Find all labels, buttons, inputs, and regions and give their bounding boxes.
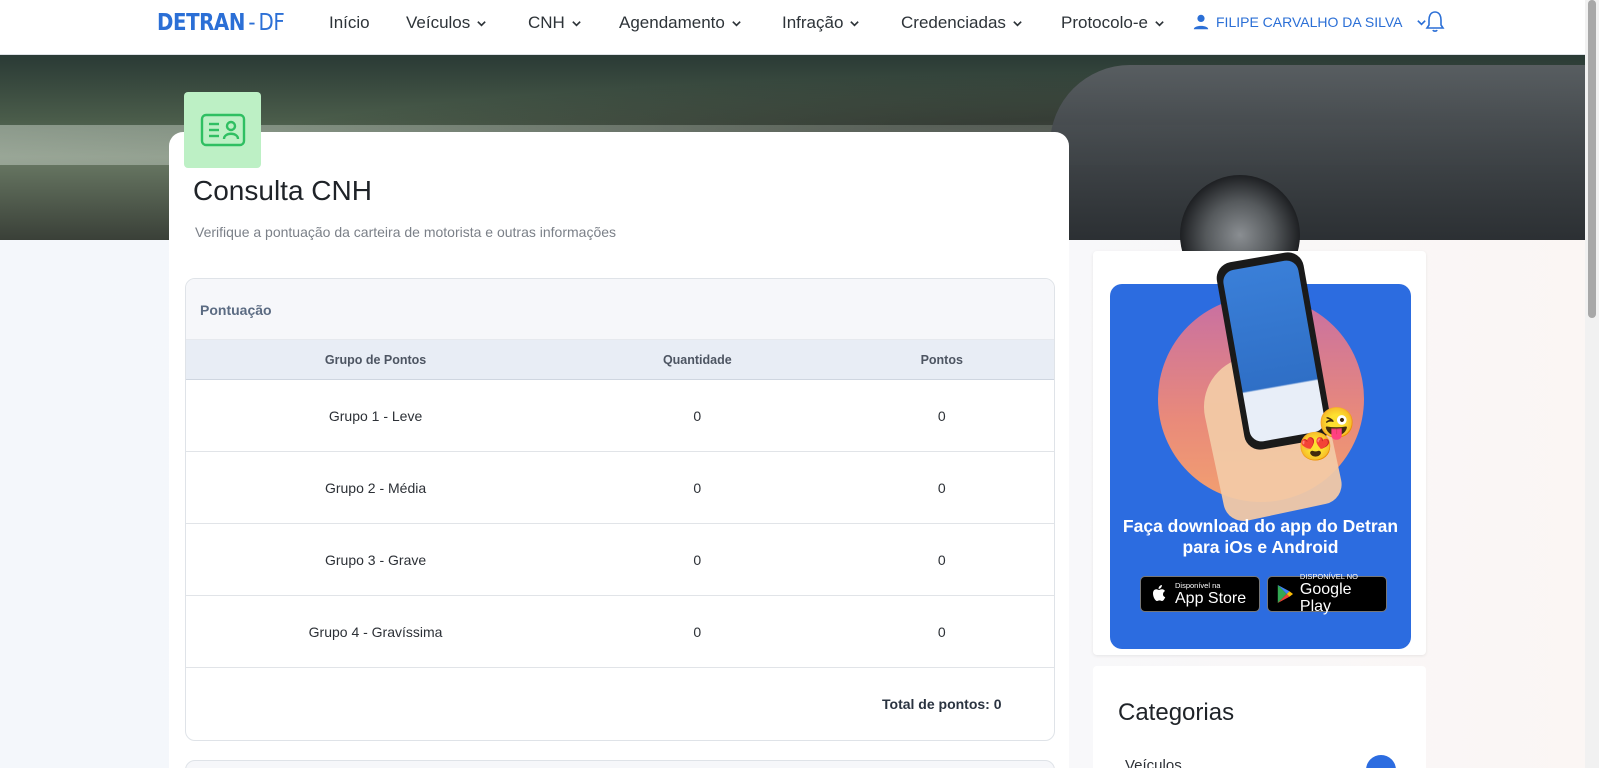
nav-label: Agendamento — [619, 13, 725, 32]
chevron-down-icon — [572, 20, 581, 27]
cell-pontos: 0 — [937, 479, 946, 496]
table-row: Grupo 2 - Média 0 0 — [186, 452, 1054, 524]
cell-grupo: Grupo 1 - Leve — [328, 407, 423, 424]
chevron-down-icon — [1013, 20, 1022, 27]
user-name: FILIPE CARVALHO DA SILVA — [1216, 14, 1403, 30]
appstore-small-text: Disponível na — [1175, 580, 1221, 590]
logo-text: DETRAN — [157, 10, 245, 36]
chevron-down-icon — [1155, 20, 1164, 27]
nav-label: Protocolo-e — [1061, 13, 1148, 32]
table-row: Grupo 4 - Gravíssima 0 0 — [186, 596, 1054, 668]
user-icon — [1193, 14, 1209, 30]
googleplay-big-text: Google Play — [1299, 581, 1352, 615]
header-grupo: Grupo de Pontos — [324, 352, 427, 367]
cell-pontos: 0 — [937, 623, 946, 640]
cell-quantidade: 0 — [693, 551, 702, 568]
chevron-down-icon — [850, 20, 860, 27]
cell-pontos: 0 — [937, 407, 946, 424]
nav-label: Credenciadas — [901, 13, 1006, 32]
cell-quantidade: 0 — [693, 407, 702, 424]
header-quantidade: Quantidade — [662, 352, 732, 367]
chevron-down-icon — [477, 20, 487, 27]
cell-grupo: Grupo 4 - Gravíssima — [308, 623, 443, 640]
googleplay-small-text: DISPONÍVEL NO — [1299, 572, 1358, 581]
google-play-icon — [1277, 585, 1294, 603]
cell-pontos: 0 — [937, 551, 946, 568]
next-section — [185, 760, 1055, 768]
nav-agendamento[interactable]: Agendamento — [619, 13, 742, 33]
google-play-button[interactable]: DISPONÍVEL NO Google Play — [1267, 572, 1387, 615]
table-header: Grupo de Pontos Quantidade Pontos — [186, 340, 1054, 380]
nav-credenciadas[interactable]: Credenciadas — [901, 13, 1023, 33]
nav-label: Início — [329, 13, 370, 32]
table-footer: Total de pontos: 0 — [186, 668, 1054, 740]
nav-protocolo-e[interactable]: Protocolo-e — [1061, 13, 1165, 33]
nav-label: Infração — [782, 13, 844, 32]
bell-icon[interactable] — [1424, 9, 1446, 33]
table-row: Grupo 1 - Leve 0 0 — [186, 380, 1054, 452]
chevron-down-icon — [732, 20, 741, 27]
hero-car-image — [1050, 65, 1585, 240]
app-store-button[interactable]: Disponível na App Store — [1140, 576, 1260, 612]
nav-infracao[interactable]: Infração — [782, 13, 860, 33]
header-pontos: Pontos — [920, 352, 963, 367]
page-subtitle: Verifique a pontuação da carteira de mot… — [195, 224, 617, 240]
detran-logo[interactable]: DETRAN - DF — [157, 10, 285, 36]
user-menu[interactable]: FILIPE CARVALHO DA SILVA — [1192, 13, 1427, 31]
nav-label: CNH — [528, 13, 565, 32]
pontuacao-table: Pontuação Grupo de Pontos Quantidade Pon… — [185, 278, 1055, 741]
cell-quantidade: 0 — [693, 623, 702, 640]
categorias-title: Categorias — [1118, 699, 1235, 726]
nav-veiculos[interactable]: Veículos — [406, 13, 487, 33]
table-row: Grupo 3 - Grave 0 0 — [186, 524, 1054, 596]
page-title: Consulta CNH — [193, 175, 372, 206]
app-promo-banner: 😜 😍 Faça download do app do Detran para … — [1110, 249, 1411, 649]
cell-quantidade: 0 — [693, 479, 702, 496]
top-navbar: DETRAN - DF Início Veículos CNH Agendament… — [0, 0, 1599, 55]
scrollbar-thumb[interactable] — [1588, 0, 1596, 318]
heart-eyes-emoji-icon: 😍 — [1298, 431, 1333, 462]
nav-inicio[interactable]: Início — [329, 13, 370, 33]
page-scrollbar[interactable] — [1585, 0, 1599, 768]
logo-region: DF — [258, 10, 285, 36]
apple-icon — [1153, 585, 1166, 601]
cell-grupo: Grupo 3 - Grave — [324, 551, 427, 568]
table-caption: Pontuação — [186, 279, 1054, 340]
total-pontos: Total de pontos: 0 — [882, 696, 1002, 712]
appstore-big-text: App Store — [1175, 589, 1247, 607]
categoria-item-veiculos[interactable]: Veículos — [1125, 757, 1182, 768]
cell-grupo: Grupo 2 - Média — [324, 479, 427, 496]
logo-separator: - — [248, 10, 256, 36]
promo-text: Faça download do app do Detran para iOs … — [1122, 516, 1399, 557]
nav-cnh[interactable]: CNH — [528, 13, 582, 33]
nav-label: Veículos — [406, 13, 471, 32]
id-card-icon — [184, 92, 261, 168]
